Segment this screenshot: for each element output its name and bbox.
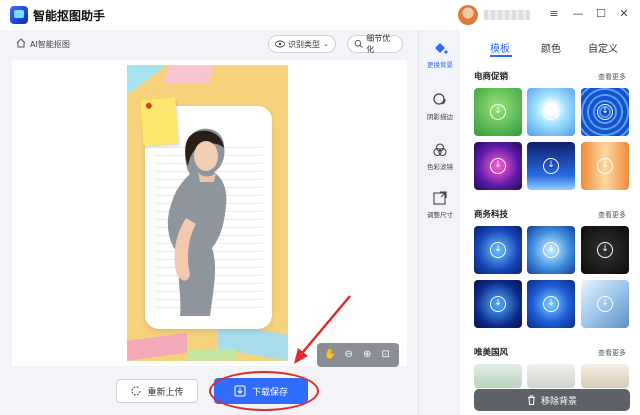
section-title: 唯美国风 [474,348,509,358]
download-icon: ↓ [597,242,613,258]
template-thumb[interactable] [474,364,522,388]
tool-resize[interactable]: 调整尺寸 [419,184,461,230]
section-title: 商务科技 [474,210,509,220]
minimize-icon[interactable]: — [571,7,585,21]
download-icon: ↓ [597,296,613,312]
tab-colors[interactable]: 颜色 [541,40,561,55]
download-icon: ↓ [543,158,559,174]
download-icon: ↓ [490,158,506,174]
reupload-button[interactable]: 重新上传 [116,379,198,403]
fit-screen-icon[interactable]: ⊡ [379,348,393,362]
paint-bucket-icon [435,43,448,54]
recognize-type-label: 识别类型 [288,39,320,49]
detail-optimize-button[interactable]: 细节优化 [347,34,403,54]
shadow-icon [433,93,446,105]
template-thumb[interactable]: ↓ [527,226,575,274]
active-tab-indicator [490,55,512,57]
download-icon: ↓ [543,242,559,258]
tool-label: 阴影描边 [427,113,453,121]
template-thumb[interactable]: ↓ [527,280,575,328]
template-thumb[interactable]: ↓ [581,226,629,274]
template-thumb[interactable]: ↓ [474,142,522,190]
tool-change-background[interactable]: 更换背景 [419,34,461,80]
download-icon: ↓ [543,296,559,312]
tab-custom[interactable]: 自定义 [588,40,618,55]
refresh-icon [132,386,142,396]
tool-label: 更换背景 [427,61,453,69]
detail-optimize-label: 细节优化 [366,34,391,54]
annotation-arrow [294,295,351,364]
trash-icon [527,395,535,405]
close-icon[interactable]: ✕ [617,7,631,21]
annotation-circle [209,371,319,411]
breadcrumb[interactable]: AI智能抠图 [30,39,70,50]
tab-templates[interactable]: 模板 [490,40,510,55]
tool-shadow-stroke[interactable]: 阴影描边 [419,86,461,132]
see-more-link[interactable]: 查看更多 [598,210,626,220]
download-icon: ↓ [490,242,506,258]
remove-background-button[interactable]: 移除背景 [474,389,630,411]
reupload-label: 重新上传 [147,387,184,398]
template-thumb[interactable]: ↓ [527,142,575,190]
tool-sidebar: 更换背景 阴影描边 色彩滤镜 调整尺寸 [418,30,460,415]
download-icon: ↓ [490,296,506,312]
template-thumb[interactable] [581,364,629,388]
template-thumb[interactable]: ↓ [474,88,522,136]
template-thumb[interactable]: ↓ [581,280,629,328]
download-icon: ↓ [597,158,613,174]
template-thumb[interactable]: ↓ [581,88,629,136]
section-title: 电商促销 [474,72,509,82]
person-cutout [167,128,227,316]
zoom-in-icon[interactable]: ⊕ [360,348,374,362]
download-icon: ↓ [597,104,613,120]
color-filter-icon [433,143,447,157]
chevron-down-icon: ⌄ [323,40,329,48]
menu-icon[interactable]: ≡ [547,7,561,21]
template-thumb[interactable]: ↓ [474,280,522,328]
see-more-link[interactable]: 查看更多 [598,348,626,358]
magnifier-icon [354,40,363,49]
home-icon[interactable] [16,38,26,48]
user-avatar[interactable] [458,5,478,25]
tool-label: 调整尺寸 [427,211,453,219]
user-name-blurred [484,10,530,20]
download-icon: ↓ [490,104,506,120]
template-thumb[interactable] [527,364,575,388]
recognize-type-dropdown[interactable]: 识别类型 ⌄ [268,35,336,53]
maximize-icon[interactable]: ☐ [594,7,608,21]
remove-background-label: 移除背景 [540,396,577,407]
app-logo [10,6,28,24]
app-title: 智能抠图助手 [33,9,106,23]
template-thumb[interactable]: ↓ [527,88,575,136]
resize-icon [433,191,447,205]
download-icon: ↓ [543,104,559,120]
eye-icon [275,40,285,48]
tool-color-filter[interactable]: 色彩滤镜 [419,136,461,182]
see-more-link[interactable]: 查看更多 [598,72,626,82]
template-thumb[interactable]: ↓ [581,142,629,190]
template-thumb[interactable]: ↓ [474,226,522,274]
tool-label: 色彩滤镜 [427,163,453,171]
